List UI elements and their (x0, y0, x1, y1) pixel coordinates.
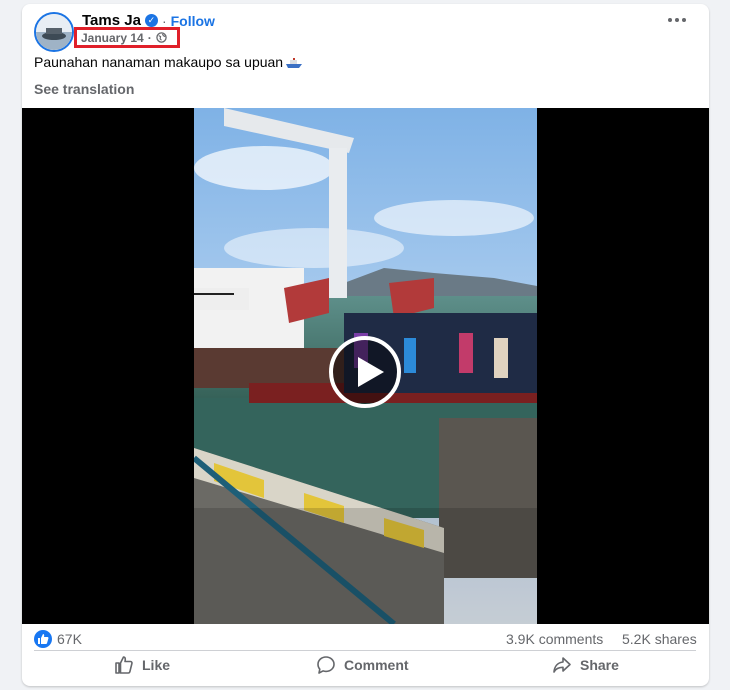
comment-label: Comment (344, 657, 409, 673)
meta-separator: · (147, 30, 152, 45)
video-player[interactable] (22, 108, 709, 624)
post-text: Paunahan nanaman makaupo sa upuan (34, 54, 284, 70)
ship-emoji-icon (286, 58, 303, 68)
like-label: Like (142, 657, 171, 673)
share-label: Share (580, 657, 619, 673)
shares-count[interactable]: 5.2K shares (622, 631, 697, 647)
engagement-stats: 67K 3.9K comments 5.2K shares (34, 629, 697, 649)
comment-button[interactable]: Comment (316, 654, 409, 676)
verified-badge-icon: ✓ (144, 14, 158, 27)
like-button[interactable]: Like (114, 654, 170, 676)
author-avatar[interactable] (34, 12, 74, 52)
actions-divider (34, 650, 696, 651)
more-options-icon[interactable] (668, 18, 686, 22)
avatar-image (36, 14, 72, 50)
share-icon (553, 657, 571, 673)
like-icon (115, 656, 133, 674)
post-timestamp-highlight: January 14 · (74, 27, 180, 48)
thumbs-up-icon[interactable] (34, 630, 52, 648)
share-button[interactable]: Share (552, 654, 619, 676)
post-text-line: Paunahan nanaman makaupo sa upuan (34, 54, 303, 70)
globe-icon (155, 32, 167, 43)
post-date[interactable]: January 14 (81, 31, 144, 45)
reaction-count[interactable]: 67K (57, 631, 82, 647)
play-icon[interactable] (329, 336, 401, 408)
see-translation-link[interactable]: See translation (34, 81, 134, 97)
comment-icon (317, 656, 335, 674)
comments-count[interactable]: 3.9K comments (506, 631, 603, 647)
